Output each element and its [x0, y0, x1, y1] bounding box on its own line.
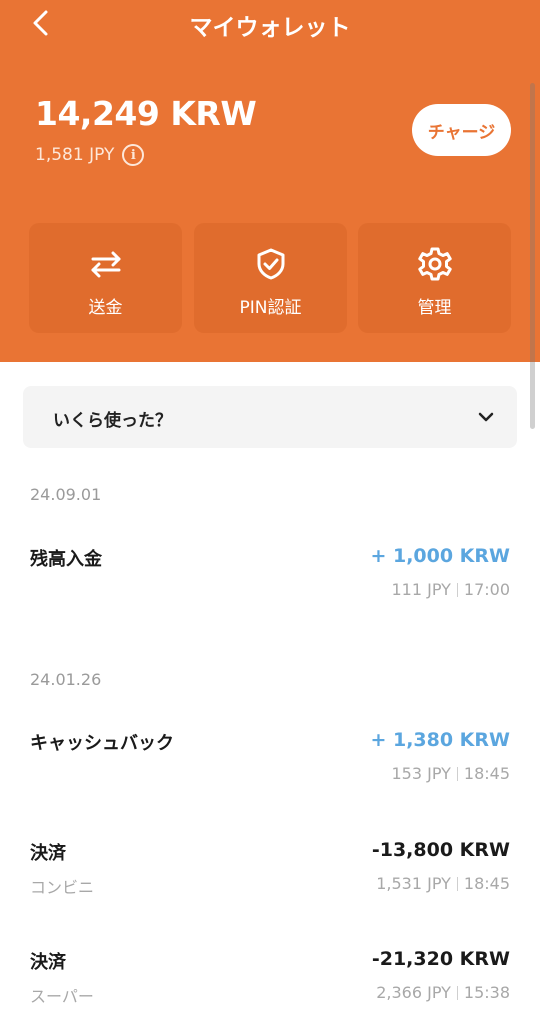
balance-amount: 14,249 KRW	[35, 94, 257, 133]
transaction-merchant: スーパー	[30, 987, 94, 1006]
transaction-amount: + 1,000 KRW	[370, 545, 510, 567]
transaction-amount: -13,800 KRW	[371, 839, 510, 861]
transaction-meta: 153 JPY 18:45	[391, 764, 510, 783]
transfer-arrows-icon	[91, 251, 120, 278]
pin-auth-label: PIN認証	[239, 298, 302, 318]
transaction-row[interactable]: 残高入金 + 1,000 KRW 111 JPY 17:00	[0, 545, 540, 605]
gear-icon	[417, 247, 452, 281]
transaction-meta: 2,366 JPY 15:38	[376, 983, 510, 1002]
transaction-title: 残高入金	[30, 549, 102, 570]
transaction-meta: 1,531 JPY 18:45	[376, 874, 510, 893]
transaction-row[interactable]: キャッシュバック + 1,380 KRW 153 JPY 18:45	[0, 729, 540, 789]
transaction-jpy: 1,531 JPY	[376, 874, 451, 893]
transaction-title: キャッシュバック	[30, 733, 174, 754]
transaction-meta: 111 JPY 17:00	[391, 580, 510, 599]
spending-filter-dropdown[interactable]: いくら使った？	[23, 386, 517, 448]
chevron-down-icon	[478, 412, 494, 422]
transaction-title: 決済	[30, 952, 66, 973]
manage-button[interactable]: 管理	[358, 223, 511, 333]
page-title: マイウォレット	[189, 15, 351, 41]
filter-label: いくら使った？	[53, 411, 172, 431]
balance-converted-value: 1,581 JPY	[35, 145, 115, 165]
divider	[456, 766, 458, 781]
transaction-title: 決済	[30, 843, 66, 864]
divider	[456, 876, 458, 891]
manage-label: 管理	[417, 298, 452, 318]
transaction-time: 18:45	[463, 874, 510, 893]
send-label: 送金	[88, 298, 123, 318]
divider	[456, 985, 458, 1000]
transaction-jpy: 153 JPY	[391, 764, 451, 783]
wallet-header: マイウォレット 14,249 KRW 1,581 JPY i チャージ 送金 P…	[0, 0, 540, 362]
transaction-jpy: 111 JPY	[391, 580, 451, 599]
transaction-row[interactable]: 決済 スーパー -21,320 KRW 2,366 JPY 15:38	[0, 948, 540, 1008]
info-icon[interactable]: i	[122, 144, 145, 166]
transaction-time: 17:00	[463, 580, 510, 599]
send-button[interactable]: 送金	[29, 223, 182, 333]
shield-check-icon	[257, 248, 284, 280]
balance-converted: 1,581 JPY i	[35, 144, 145, 166]
transaction-amount: + 1,380 KRW	[370, 729, 510, 751]
scrollbar[interactable]	[530, 83, 535, 429]
transaction-row[interactable]: 決済 コンビニ -13,800 KRW 1,531 JPY 18:45	[0, 839, 540, 899]
transaction-amount: -21,320 KRW	[371, 948, 510, 970]
transaction-time: 18:45	[463, 764, 510, 783]
transaction-jpy: 2,366 JPY	[376, 983, 451, 1002]
divider	[456, 582, 458, 597]
date-header: 24.01.26	[30, 670, 102, 689]
charge-button[interactable]: チャージ	[412, 104, 511, 156]
pin-auth-button[interactable]: PIN認証	[194, 223, 347, 333]
date-header: 24.09.01	[30, 485, 102, 504]
transaction-time: 15:38	[463, 983, 510, 1002]
transaction-merchant: コンビニ	[30, 878, 95, 897]
